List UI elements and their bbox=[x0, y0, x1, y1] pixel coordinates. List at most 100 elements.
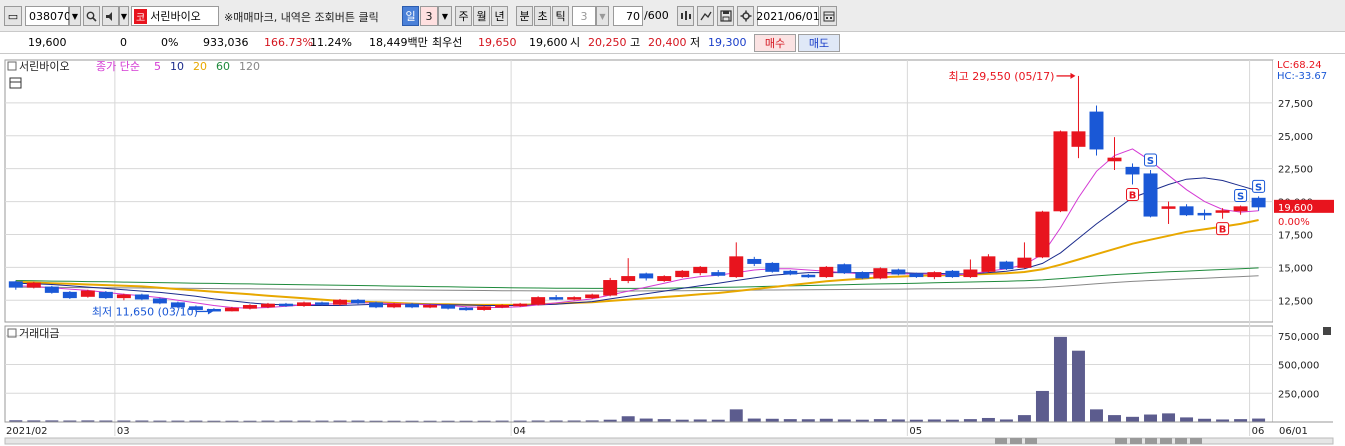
candle-body[interactable] bbox=[495, 305, 510, 308]
chevron-down-icon[interactable]: ▼ bbox=[596, 6, 609, 26]
sell-button[interactable]: 매도 bbox=[798, 34, 840, 52]
candle-body[interactable] bbox=[477, 306, 492, 310]
candle-body[interactable] bbox=[783, 270, 798, 275]
candle-body[interactable] bbox=[1143, 173, 1158, 217]
search-icon[interactable] bbox=[83, 6, 100, 26]
candle-body[interactable] bbox=[927, 272, 942, 278]
candle-body[interactable] bbox=[1035, 211, 1050, 258]
candle-body[interactable] bbox=[711, 272, 726, 276]
speaker-icon[interactable] bbox=[102, 6, 119, 26]
candle-body[interactable] bbox=[1107, 157, 1122, 162]
candle-body[interactable] bbox=[855, 272, 870, 279]
stock-chart[interactable]: SBSBS 27,50025,00022,50020,00017,50015,0… bbox=[0, 56, 1345, 446]
candle-body[interactable] bbox=[224, 307, 239, 312]
candle-body[interactable] bbox=[801, 274, 816, 278]
calendar-icon[interactable] bbox=[820, 6, 837, 26]
scroll-control-icon[interactable] bbox=[1190, 438, 1202, 444]
candle-body[interactable] bbox=[729, 256, 744, 278]
candle-body[interactable] bbox=[837, 264, 852, 274]
period-tick-button[interactable]: 틱 bbox=[552, 6, 569, 26]
candle-body[interactable] bbox=[675, 270, 690, 278]
candle-body[interactable] bbox=[1089, 111, 1104, 150]
candle-body[interactable] bbox=[260, 303, 275, 308]
period-number-input[interactable]: 3 bbox=[420, 6, 438, 26]
scroll-control-icon[interactable] bbox=[1145, 438, 1157, 444]
chart-settings-icon[interactable] bbox=[677, 6, 694, 26]
candle-body[interactable] bbox=[639, 273, 654, 279]
candle-body[interactable] bbox=[80, 290, 95, 297]
candle-body[interactable] bbox=[351, 299, 366, 304]
candle-body[interactable] bbox=[423, 305, 438, 308]
candle-body[interactable] bbox=[1017, 257, 1032, 268]
candle-body[interactable] bbox=[1251, 197, 1266, 208]
candle-body[interactable] bbox=[1179, 206, 1194, 216]
period-day-button[interactable]: 일 bbox=[402, 6, 419, 26]
scroll-control-icon[interactable] bbox=[1010, 438, 1022, 444]
scroll-control-icon[interactable] bbox=[1115, 438, 1127, 444]
period-year-button[interactable]: 년 bbox=[491, 6, 508, 26]
period-month-button[interactable]: 월 bbox=[473, 6, 490, 26]
period-second-button[interactable]: 초 bbox=[534, 6, 551, 26]
period-minute-button[interactable]: 분 bbox=[516, 6, 533, 26]
candle-body[interactable] bbox=[567, 297, 582, 300]
save-icon[interactable] bbox=[717, 6, 734, 26]
count-input[interactable]: 70 bbox=[613, 6, 643, 26]
buy-button[interactable]: 매수 bbox=[754, 34, 796, 52]
candle-body[interactable] bbox=[242, 305, 257, 309]
tick-number-input[interactable]: 3 bbox=[572, 6, 596, 26]
candle-body[interactable] bbox=[26, 282, 41, 288]
candle-body[interactable] bbox=[441, 305, 456, 309]
candle-body[interactable] bbox=[1215, 210, 1230, 213]
candle-body[interactable] bbox=[297, 302, 311, 307]
date-input[interactable]: 2021/06/01 bbox=[756, 6, 820, 26]
scroll-control-icon[interactable] bbox=[995, 438, 1007, 444]
stock-name-field[interactable]: 코 서린바이오 bbox=[131, 6, 219, 26]
candle-body[interactable] bbox=[999, 261, 1014, 270]
candle-body[interactable] bbox=[747, 258, 762, 264]
candle-body[interactable] bbox=[981, 256, 996, 272]
chevron-down-icon[interactable]: ▼ bbox=[119, 6, 129, 26]
candle-body[interactable] bbox=[44, 286, 59, 293]
candle-body[interactable] bbox=[134, 294, 149, 300]
stock-code-input[interactable]: 038070 bbox=[25, 6, 71, 26]
scroll-control-icon[interactable] bbox=[1025, 438, 1037, 444]
candle-body[interactable] bbox=[621, 276, 636, 282]
candle-body[interactable] bbox=[333, 299, 347, 305]
chevron-down-icon[interactable]: ▼ bbox=[438, 6, 452, 26]
candle-body[interactable] bbox=[405, 303, 420, 308]
candle-body[interactable] bbox=[585, 294, 600, 299]
candle-body[interactable] bbox=[819, 266, 834, 278]
data-table-icon[interactable] bbox=[9, 77, 22, 89]
candle-body[interactable] bbox=[1233, 206, 1248, 212]
candle-body[interactable] bbox=[8, 281, 23, 288]
candle-body[interactable] bbox=[765, 262, 780, 272]
candle-body[interactable] bbox=[1125, 166, 1140, 175]
candle-body[interactable] bbox=[1197, 212, 1212, 216]
scroll-control-icon[interactable] bbox=[1130, 438, 1142, 444]
candle-body[interactable] bbox=[152, 298, 167, 304]
candle-body[interactable] bbox=[315, 302, 329, 305]
chevron-down-icon[interactable]: ▼ bbox=[69, 6, 81, 26]
candle-body[interactable] bbox=[387, 303, 402, 308]
config-icon[interactable] bbox=[737, 6, 754, 26]
period-week-button[interactable]: 주 bbox=[455, 6, 472, 26]
panel-menu-icon[interactable] bbox=[1323, 327, 1331, 335]
scroll-control-icon[interactable] bbox=[1175, 438, 1187, 444]
candle-body[interactable] bbox=[657, 276, 672, 282]
candle-body[interactable] bbox=[1071, 131, 1086, 147]
candle-body[interactable] bbox=[873, 268, 888, 279]
window-icon[interactable]: ▭ bbox=[4, 6, 22, 26]
candle-body[interactable] bbox=[963, 269, 978, 278]
candle-body[interactable] bbox=[549, 297, 564, 300]
candle-body[interactable] bbox=[62, 291, 77, 299]
candle-body[interactable] bbox=[1161, 206, 1176, 209]
candle-body[interactable] bbox=[369, 302, 384, 308]
scroll-control-icon[interactable] bbox=[1160, 438, 1172, 444]
line-tool-icon[interactable] bbox=[697, 6, 714, 26]
candle-body[interactable] bbox=[909, 273, 924, 278]
candle-body[interactable] bbox=[945, 270, 960, 278]
candle-body[interactable] bbox=[1053, 131, 1068, 212]
candle-body[interactable] bbox=[459, 307, 474, 311]
candle-body[interactable] bbox=[603, 280, 618, 296]
candle-body[interactable] bbox=[513, 303, 528, 307]
